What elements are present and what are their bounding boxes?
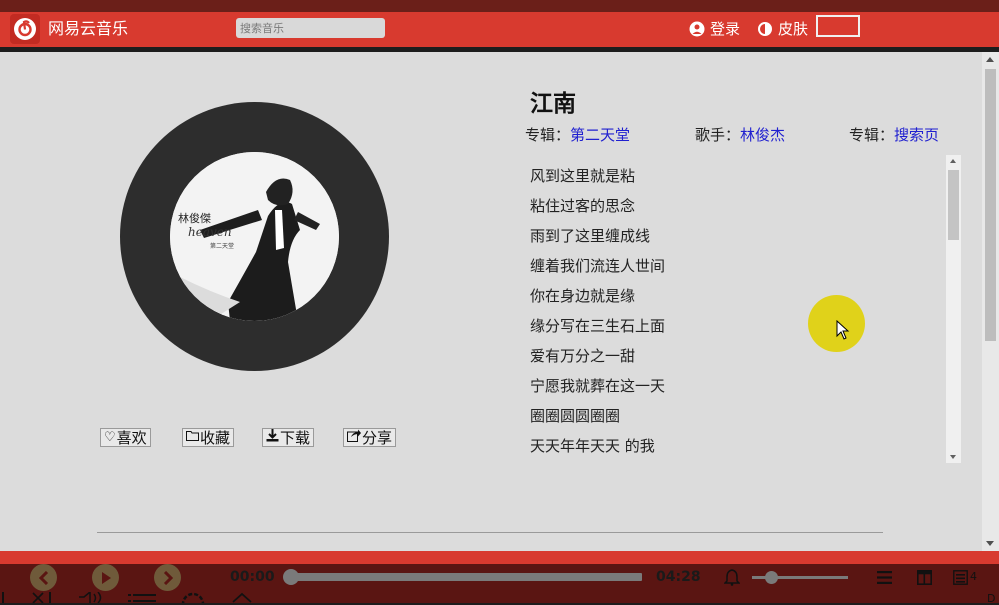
search-input[interactable] <box>236 18 385 38</box>
lyrics-scroll-thumb[interactable] <box>948 170 959 240</box>
playlist-count: 4 <box>970 570 977 583</box>
download-button[interactable]: 下载 <box>262 428 315 447</box>
cover-title-text: 林俊傑 <box>178 211 211 225</box>
bell-icon[interactable] <box>724 569 740 586</box>
lyric-line: 风到这里就是粘 <box>530 167 636 185</box>
singer-meta: 歌手：林俊杰 <box>695 124 785 145</box>
skip-next-icon[interactable] <box>32 592 54 603</box>
skin-button[interactable]: 皮肤 <box>758 18 808 39</box>
lyric-line: 缘分写在三生石上面 <box>530 317 666 335</box>
download-icon <box>266 428 279 447</box>
record-disc: 林俊傑 heaven 第二天堂 <box>120 102 389 371</box>
song-detail-panel: 林俊傑 heaven 第二天堂 ♡ 喜欢 收藏 下载 分享 江南 专辑：第二天堂… <box>0 52 982 551</box>
user-icon <box>689 21 705 36</box>
player-top-border <box>0 551 999 564</box>
lyric-line: 天天年年天天 的我 <box>530 437 655 455</box>
share-button[interactable]: 分享 <box>343 428 397 447</box>
play-icon <box>101 571 111 584</box>
chevron-up-icon[interactable] <box>231 592 253 603</box>
lyric-line: 爱有万分之一甜 <box>530 347 636 365</box>
app-name: 网易云音乐 <box>48 19 129 38</box>
volume-slider[interactable] <box>752 571 848 584</box>
page-scroll-down-icon[interactable] <box>986 541 994 546</box>
page-scroll-thumb[interactable] <box>985 69 996 341</box>
album-prefix: 专辑： <box>525 126 571 144</box>
heart-icon: ♡ <box>104 429 116 445</box>
divider <box>97 532 883 533</box>
app-header: 网易云音乐 登录 皮肤 <box>0 12 999 47</box>
lyric-line: 雨到了这里缠成线 <box>530 227 651 245</box>
skin-color-swatch[interactable] <box>816 15 860 37</box>
contrast-icon <box>758 21 772 36</box>
album-cover: 林俊傑 heaven 第二天堂 <box>170 152 339 321</box>
collect-button[interactable]: 收藏 <box>182 428 235 447</box>
next-button[interactable] <box>154 564 181 591</box>
player-bar: 00:00 04:28 4 D <box>0 564 999 605</box>
volume-icon[interactable] <box>78 592 108 603</box>
source-meta: 专辑：搜索页 <box>849 124 939 145</box>
album-meta: 专辑：第二天堂 <box>525 124 630 145</box>
list-icon[interactable] <box>128 592 156 603</box>
song-title: 江南 <box>530 91 576 117</box>
lyric-line: 宁愿我就葬在这一天 <box>530 377 666 395</box>
settings-gear-icon[interactable] <box>178 592 208 603</box>
chevron-left-icon <box>38 570 48 585</box>
volume-knob[interactable] <box>765 571 779 584</box>
svg-text:第二天堂: 第二天堂 <box>210 242 234 250</box>
source-link[interactable]: 搜索页 <box>894 126 939 144</box>
singer-prefix: 歌手： <box>695 126 741 144</box>
page-scroll-up-icon[interactable] <box>986 57 994 62</box>
lyrics-window-icon[interactable] <box>917 570 932 585</box>
share-icon <box>347 429 361 447</box>
scroll-down-arrow-icon[interactable] <box>950 455 956 459</box>
shuffle-icon[interactable] <box>0 592 10 603</box>
lyric-line: 你在身边就是缘 <box>530 287 636 305</box>
mouse-cursor-icon <box>836 320 850 340</box>
lyric-line: 圈圈圆圆圈圈 <box>530 407 621 425</box>
progress-knob[interactable] <box>283 569 299 585</box>
window-top-strip <box>0 0 999 12</box>
partial-label: D <box>987 592 996 605</box>
lyrics-scrollbar[interactable] <box>946 155 961 463</box>
current-time: 00:00 <box>230 569 275 585</box>
progress-bar[interactable] <box>283 569 642 585</box>
lyric-line: 粘住过客的思念 <box>530 197 636 215</box>
lyrics-panel[interactable]: 风到这里就是粘 粘住过客的思念 雨到了这里缠成线 缠着我们流连人世间 你在身边就… <box>520 155 961 463</box>
folder-icon <box>186 430 199 446</box>
chevron-right-icon <box>163 570 173 585</box>
singer-link[interactable]: 林俊杰 <box>740 126 785 144</box>
playlist-icon[interactable] <box>953 570 968 585</box>
source-prefix: 专辑： <box>849 126 895 144</box>
app-logo[interactable]: 网易云音乐 <box>10 14 128 44</box>
like-button[interactable]: ♡ 喜欢 <box>100 428 151 447</box>
scroll-up-arrow-icon[interactable] <box>950 159 956 163</box>
album-link[interactable]: 第二天堂 <box>570 126 630 144</box>
skin-label: 皮肤 <box>778 20 809 38</box>
page-scrollbar[interactable] <box>982 52 999 551</box>
menu-icon[interactable] <box>877 571 892 584</box>
lyric-line: 缠着我们流连人世间 <box>530 257 666 275</box>
netease-music-logo-icon <box>10 14 40 44</box>
play-button[interactable] <box>92 564 119 591</box>
login-button[interactable]: 登录 <box>689 18 740 39</box>
total-time: 04:28 <box>656 569 701 585</box>
login-label: 登录 <box>710 20 741 38</box>
svg-text:heaven: heaven <box>188 225 232 239</box>
previous-button[interactable] <box>30 564 57 591</box>
